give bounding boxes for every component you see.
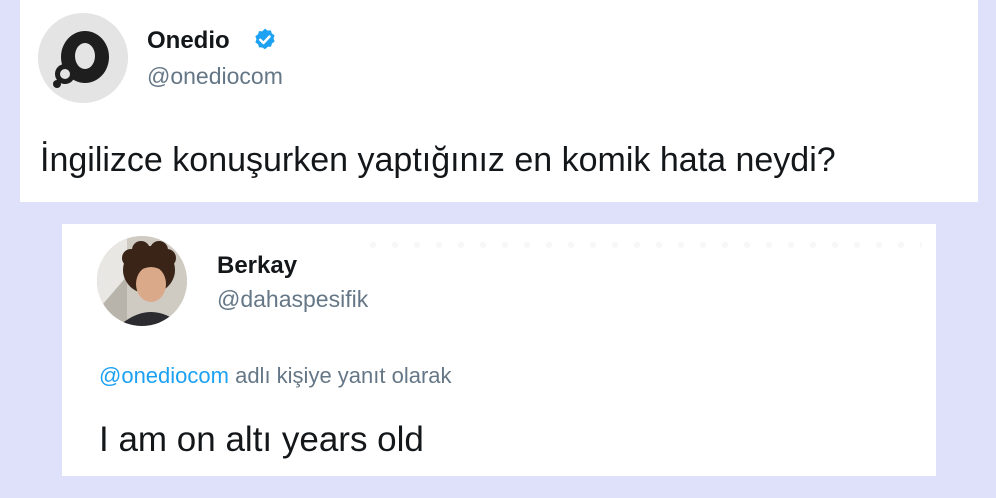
onedio-display-name[interactable]: Onedio [147, 27, 230, 55]
reply-to-mention-link[interactable]: @onediocom [99, 363, 229, 388]
background-dots-decoration [362, 238, 922, 252]
reply-to-label: adlı kişiye yanıt olarak [228, 363, 452, 388]
reply-tweet-card: Berkay @dahaspesifik @onediocom adlı kiş… [62, 224, 936, 476]
original-tweet-card: Onedio @onediocom İngilizce konuşurken y… [20, 0, 978, 202]
user-photo-icon [97, 236, 187, 326]
berkay-display-name[interactable]: Berkay [217, 252, 297, 280]
onedio-avatar[interactable] [38, 13, 128, 103]
reply-tweet-text: I am on altı years old [99, 420, 424, 459]
onedio-logo-icon [38, 13, 128, 103]
berkay-avatar[interactable] [97, 236, 187, 326]
berkay-handle[interactable]: @dahaspesifik [217, 286, 368, 313]
verified-badge-icon [255, 28, 275, 50]
reply-context: @onediocom adlı kişiye yanıt olarak [99, 363, 452, 389]
original-tweet-text: İngilizce konuşurken yaptığınız en komik… [40, 141, 836, 179]
onedio-handle[interactable]: @onediocom [147, 63, 283, 90]
